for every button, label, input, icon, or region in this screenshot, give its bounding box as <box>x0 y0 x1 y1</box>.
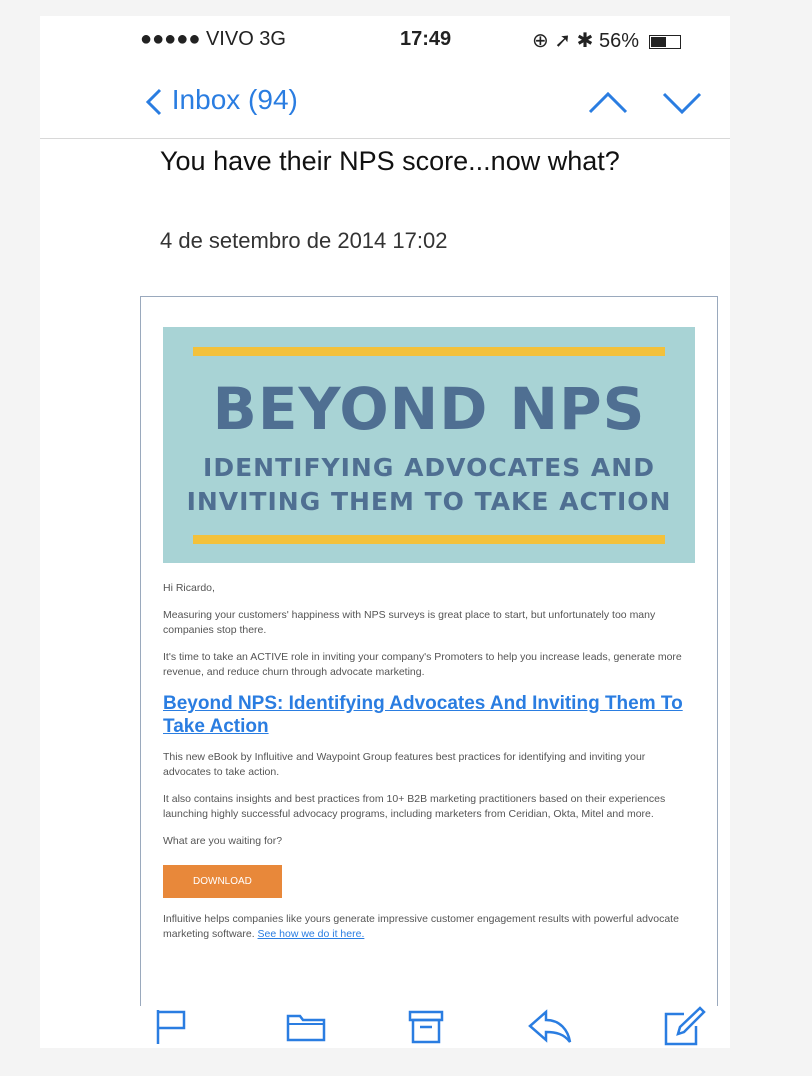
download-button[interactable]: DOWNLOAD <box>163 865 282 898</box>
banner-subtitle: IDENTIFYING ADVOCATES AND INVITING THEM … <box>163 451 695 519</box>
paragraph-6: Influitive helps companies like yours ge… <box>163 912 691 942</box>
greeting: Hi Ricardo, <box>163 582 215 594</box>
clock: 17:49 <box>400 28 452 50</box>
email-subject: You have their NPS score...now what? <box>160 146 620 176</box>
reply-icon[interactable] <box>526 1006 574 1046</box>
message-nav <box>586 88 704 123</box>
email-text: Hi Ricardo, Measuring your customers' ha… <box>163 581 691 954</box>
inbox-back-button[interactable]: Inbox (94) <box>144 84 298 118</box>
status-bar: ●●●●● VIVO 3G 17:49 ⊕ ➚ ✱ 56% <box>40 16 730 62</box>
folder-icon[interactable] <box>284 1006 328 1046</box>
paragraph-6-text: Influitive helps companies like yours ge… <box>163 913 679 940</box>
see-how-link[interactable]: See how we do it here. <box>258 928 365 940</box>
banner-bar-top <box>193 347 665 356</box>
status-indicators: ⊕ ➚ ✱ 56% <box>532 28 681 53</box>
chevron-up-icon[interactable] <box>586 88 630 118</box>
phone-screen: ●●●●● VIVO 3G 17:49 ⊕ ➚ ✱ 56% Inbox (94)… <box>40 16 730 1048</box>
paragraph-3: This new eBook by Influitive and Waypoin… <box>163 751 646 778</box>
paragraph-2: It's time to take an ACTIVE role in invi… <box>163 651 682 678</box>
banner-bar-bottom <box>193 535 665 544</box>
ebook-link[interactable]: Beyond NPS: Identifying Advocates And In… <box>163 692 691 738</box>
paragraph-5: What are you waiting for? <box>163 835 283 847</box>
chevron-left-icon <box>145 88 162 115</box>
banner-image[interactable]: BEYOND NPS IDENTIFYING ADVOCATES AND INV… <box>163 327 695 563</box>
mail-toolbar <box>40 1006 730 1048</box>
paragraph-1: Measuring your customers' happiness with… <box>163 609 656 636</box>
carrier-label: ●●●●● VIVO 3G <box>140 28 286 50</box>
back-label: Inbox (94) <box>171 84 298 115</box>
status-icons: ⊕ ➚ ✱ 56% <box>532 30 639 52</box>
email-body-card: BEYOND NPS IDENTIFYING ADVOCATES AND INV… <box>140 296 718 1018</box>
battery-icon <box>648 34 681 49</box>
flag-icon[interactable] <box>152 1006 188 1046</box>
chevron-down-icon[interactable] <box>660 88 704 118</box>
email-date: 4 de setembro de 2014 17:02 <box>160 228 448 253</box>
banner-subtitle-line1: IDENTIFYING ADVOCATES AND <box>203 453 655 482</box>
banner-title: BEYOND NPS <box>212 375 646 443</box>
paragraph-4: It also contains insights and best pract… <box>163 793 666 820</box>
archive-icon[interactable] <box>406 1006 446 1046</box>
mail-nav-bar: Inbox (94) <box>40 72 730 139</box>
banner-subtitle-line2: INVITING THEM TO TAKE ACTION <box>186 487 672 516</box>
compose-icon[interactable] <box>662 1006 706 1048</box>
